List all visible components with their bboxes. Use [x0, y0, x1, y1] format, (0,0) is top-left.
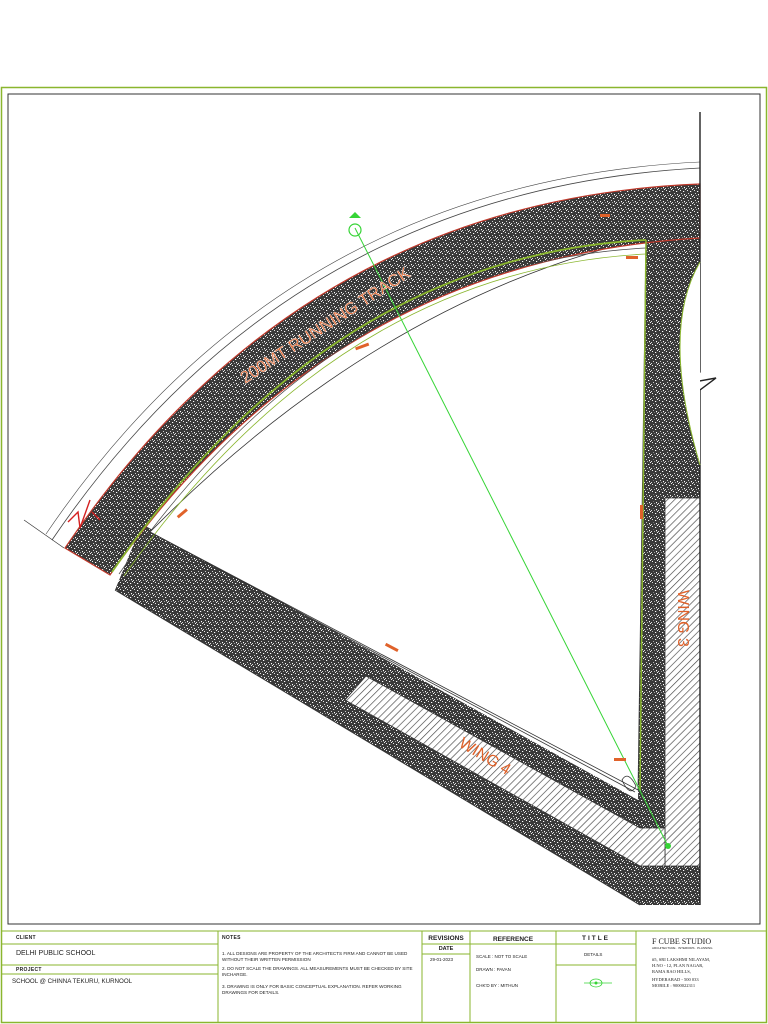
title-value: DETAILS	[584, 952, 603, 957]
studio-address-2: H.NO - 12, PLAN NAGAR,	[652, 963, 704, 968]
studio-address-3: RAMA RAO HILLS,	[652, 969, 691, 974]
left-extension	[23, 519, 65, 549]
reference-checked: CHK'D BY : MITHUN	[476, 983, 519, 988]
reference-drawn: DRAWN : PAVAN	[476, 967, 511, 972]
revision-date: 29-01-2023	[430, 957, 454, 962]
title-label: TITLE	[581, 935, 611, 942]
title-block-logo	[584, 978, 612, 988]
wing-3-hatch	[664, 497, 701, 867]
studio-address-4: HYDERABAD - 500 033	[652, 977, 699, 982]
note-2: 2. DO NOT SCALE THE DRAWINGS. ALL MEASUR…	[222, 966, 413, 977]
site-plan-drawing: 200MT RUNNING TRACK WING 3 WING 4	[0, 86, 768, 1024]
studio-mobile: MOBILE : 9000022311	[652, 983, 696, 988]
reference-label: REFERENCE	[492, 936, 534, 943]
note-1: 1. ALL DESIGNS ARE PROPERTY OF THE ARCHI…	[222, 951, 408, 962]
client-name: DELHI PUBLIC SCHOOL	[16, 950, 96, 957]
studio-tagline: ARCHITECTURE · INTERIORS · PLANNING	[652, 946, 713, 950]
project-name: SCHOOL @ CHINNA TEKURU, KURNOOL	[12, 978, 133, 985]
date-label: DATE	[438, 946, 454, 952]
notes-label: NOTES	[222, 935, 241, 941]
studio-address-1: #5, SRI LAKSHMI NILAYAM,	[652, 957, 710, 962]
studio-name: F CUBE STUDIO	[652, 937, 712, 946]
centerline-end-marker	[665, 843, 671, 849]
client-label: CLIENT	[16, 935, 36, 941]
wing-3-label: WING 3	[674, 590, 691, 647]
note-3: 3. DRAWING IS ONLY FOR BASIC CONCEPTUAL …	[222, 984, 402, 995]
centerline-arrow	[349, 212, 361, 218]
reference-scale: SCALE : NOT TO SCALE	[476, 954, 528, 959]
centerline-start-marker	[348, 223, 362, 237]
revisions-label: REVISIONS	[428, 935, 464, 942]
project-label: PROJECT	[16, 967, 42, 973]
